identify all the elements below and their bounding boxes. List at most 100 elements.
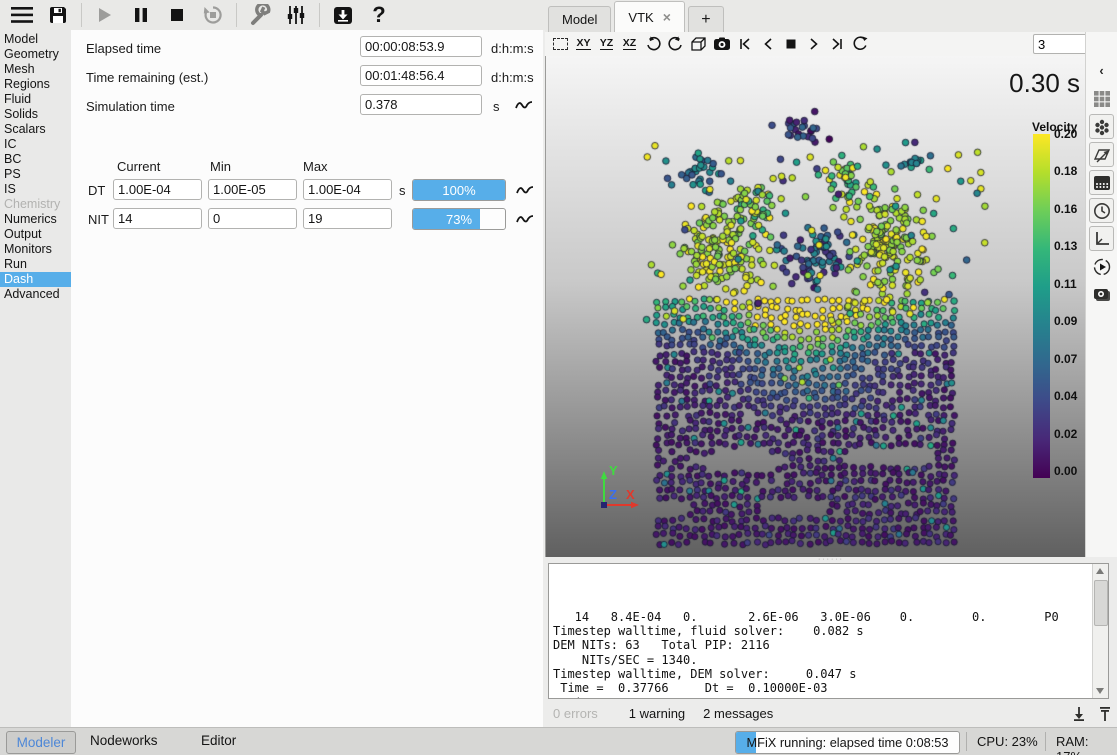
application-bottom-bar: Modeler Nodeworks Editor MFiX running: e…: [0, 727, 1117, 755]
particles-icon[interactable]: [1089, 114, 1114, 139]
scrollbar-up-arrow-icon[interactable]: [1096, 568, 1104, 574]
vtk-viewport[interactable]: 0.30 s Velocity 0.200.180.160.130.110.09…: [545, 56, 1085, 557]
menu-icon[interactable]: [4, 1, 40, 29]
console-line: 14 8.4E-04 0. 2.6E-06 3.0E-06 0. 0. P0: [553, 610, 1090, 624]
time-remaining-field[interactable]: [360, 65, 482, 86]
export-icon[interactable]: [325, 1, 361, 29]
scrollbar-thumb[interactable]: [1094, 580, 1108, 626]
sidebar-item-output[interactable]: Output: [0, 227, 71, 242]
view-xy-icon[interactable]: XY: [572, 34, 595, 55]
close-icon[interactable]: ×: [663, 9, 671, 25]
next-frame-icon[interactable]: [802, 34, 825, 55]
rotate-right-icon[interactable]: [664, 34, 687, 55]
colorbar-tick-label: 0.11: [1054, 277, 1077, 291]
view-yz-icon[interactable]: YZ: [595, 34, 618, 55]
mode-tab-editor[interactable]: Editor: [201, 733, 236, 748]
new-tab-button[interactable]: +: [688, 6, 724, 32]
errors-count[interactable]: 0 errors: [553, 706, 598, 721]
sidebar-item-fluid[interactable]: Fluid: [0, 92, 71, 107]
view-xy-label: XY: [576, 38, 590, 50]
svg-text:X: X: [626, 487, 635, 502]
collapse-panel-icon[interactable]: ‹: [1089, 58, 1114, 83]
vtk-tab-bar: Model VTK × +: [545, 0, 1117, 32]
camera-snapshot-icon[interactable]: [710, 34, 733, 55]
dt-max-field[interactable]: [303, 179, 392, 200]
sidebar-item-bc[interactable]: BC: [0, 152, 71, 167]
stop-icon[interactable]: [159, 1, 195, 29]
pause-icon[interactable]: [123, 1, 159, 29]
console-scrollbar[interactable]: [1092, 564, 1108, 698]
geometry-icon[interactable]: [1089, 142, 1114, 167]
grid-table-icon[interactable]: [1089, 86, 1114, 111]
dt-min-field[interactable]: [208, 179, 297, 200]
vtk-side-toolbar: ‹: [1085, 32, 1117, 557]
scroll-to-bottom-icon[interactable]: [1071, 706, 1087, 722]
dt-current-field[interactable]: [113, 179, 202, 200]
time-remaining-units: d:h:m:s: [491, 70, 534, 85]
sidebar-item-dash[interactable]: Dash: [0, 272, 71, 287]
save-icon[interactable]: [40, 1, 76, 29]
messages-count[interactable]: 2 messages: [703, 706, 773, 721]
sidebar-item-regions[interactable]: Regions: [0, 77, 71, 92]
scroll-to-top-icon[interactable]: [1097, 706, 1113, 722]
fit-view-icon[interactable]: [549, 34, 572, 55]
sidebar-item-monitors[interactable]: Monitors: [0, 242, 71, 257]
previous-frame-icon[interactable]: [756, 34, 779, 55]
axes-corner-icon[interactable]: [1089, 226, 1114, 251]
nit-progress-label: 73%: [413, 212, 505, 227]
last-frame-icon[interactable]: [825, 34, 848, 55]
view-xz-icon[interactable]: XZ: [618, 34, 641, 55]
nit-current-field[interactable]: [113, 208, 202, 229]
help-icon[interactable]: ?: [361, 1, 397, 29]
point-cloud-box-icon[interactable]: [1089, 170, 1114, 195]
sidebar-item-run[interactable]: Run: [0, 257, 71, 272]
simulation-time-field[interactable]: [360, 94, 482, 115]
wrench-icon[interactable]: [242, 1, 278, 29]
reset-icon[interactable]: [195, 1, 231, 29]
stop-playback-icon[interactable]: [779, 34, 802, 55]
sidebar-item-ps[interactable]: PS: [0, 167, 71, 182]
sidebar-item-is[interactable]: IS: [0, 182, 71, 197]
tab-vtk[interactable]: VTK ×: [614, 1, 684, 32]
ram-usage: RAM: 17%: [1056, 734, 1117, 755]
frame-time-readout: 0.30 s: [1009, 68, 1080, 99]
sidebar-item-solids[interactable]: Solids: [0, 107, 71, 122]
svg-text:Z: Z: [609, 487, 617, 502]
mode-tab-nodeworks[interactable]: Nodeworks: [90, 733, 158, 748]
tab-model[interactable]: Model: [548, 6, 611, 32]
elapsed-time-field[interactable]: [360, 36, 482, 57]
nit-max-field[interactable]: [303, 208, 392, 229]
scrollbar-down-arrow-icon[interactable]: [1096, 688, 1104, 694]
clock-icon[interactable]: [1089, 198, 1114, 223]
statusbar-separator: [966, 732, 967, 751]
sidebar-item-geometry[interactable]: Geometry: [0, 47, 71, 62]
colorbar-tick-label: 0.20: [1054, 127, 1077, 141]
column-header-min: Min: [210, 159, 231, 174]
sidebar-item-numerics[interactable]: Numerics: [0, 212, 71, 227]
tab-model-label: Model: [562, 12, 597, 27]
play-icon[interactable]: [87, 1, 123, 29]
loop-playback-icon[interactable]: [848, 34, 871, 55]
warnings-count[interactable]: 1 warning: [629, 706, 685, 721]
screenshot-camera-icon[interactable]: [1089, 282, 1114, 307]
sidebar-item-mesh[interactable]: Mesh: [0, 62, 71, 77]
statusbar-separator: [1045, 732, 1046, 751]
sidebar-item-model[interactable]: Model: [0, 32, 71, 47]
sidebar-item-scalars[interactable]: Scalars: [0, 122, 71, 137]
elapsed-time-units: d:h:m:s: [491, 41, 534, 56]
plot-wave-icon[interactable]: [514, 96, 534, 114]
sidebar-item-advanced[interactable]: Advanced: [0, 287, 71, 302]
view-xz-label: XZ: [623, 38, 636, 50]
sliders-icon[interactable]: [278, 1, 314, 29]
play-sequence-icon[interactable]: [1089, 254, 1114, 279]
sidebar-item-ic[interactable]: IC: [0, 137, 71, 152]
solver-console-output[interactable]: 14 8.4E-04 0. 2.6E-06 3.0E-06 0. 0. P0Ti…: [548, 563, 1109, 699]
nit-plot-wave-icon[interactable]: [515, 210, 535, 228]
rotate-left-icon[interactable]: [641, 34, 664, 55]
orientation-axes: Y Z X: [584, 461, 648, 517]
perspective-icon[interactable]: [687, 34, 710, 55]
mode-tab-modeler[interactable]: Modeler: [6, 731, 76, 754]
nit-min-field[interactable]: [208, 208, 297, 229]
first-frame-icon[interactable]: [733, 34, 756, 55]
dt-plot-wave-icon[interactable]: [515, 181, 535, 199]
